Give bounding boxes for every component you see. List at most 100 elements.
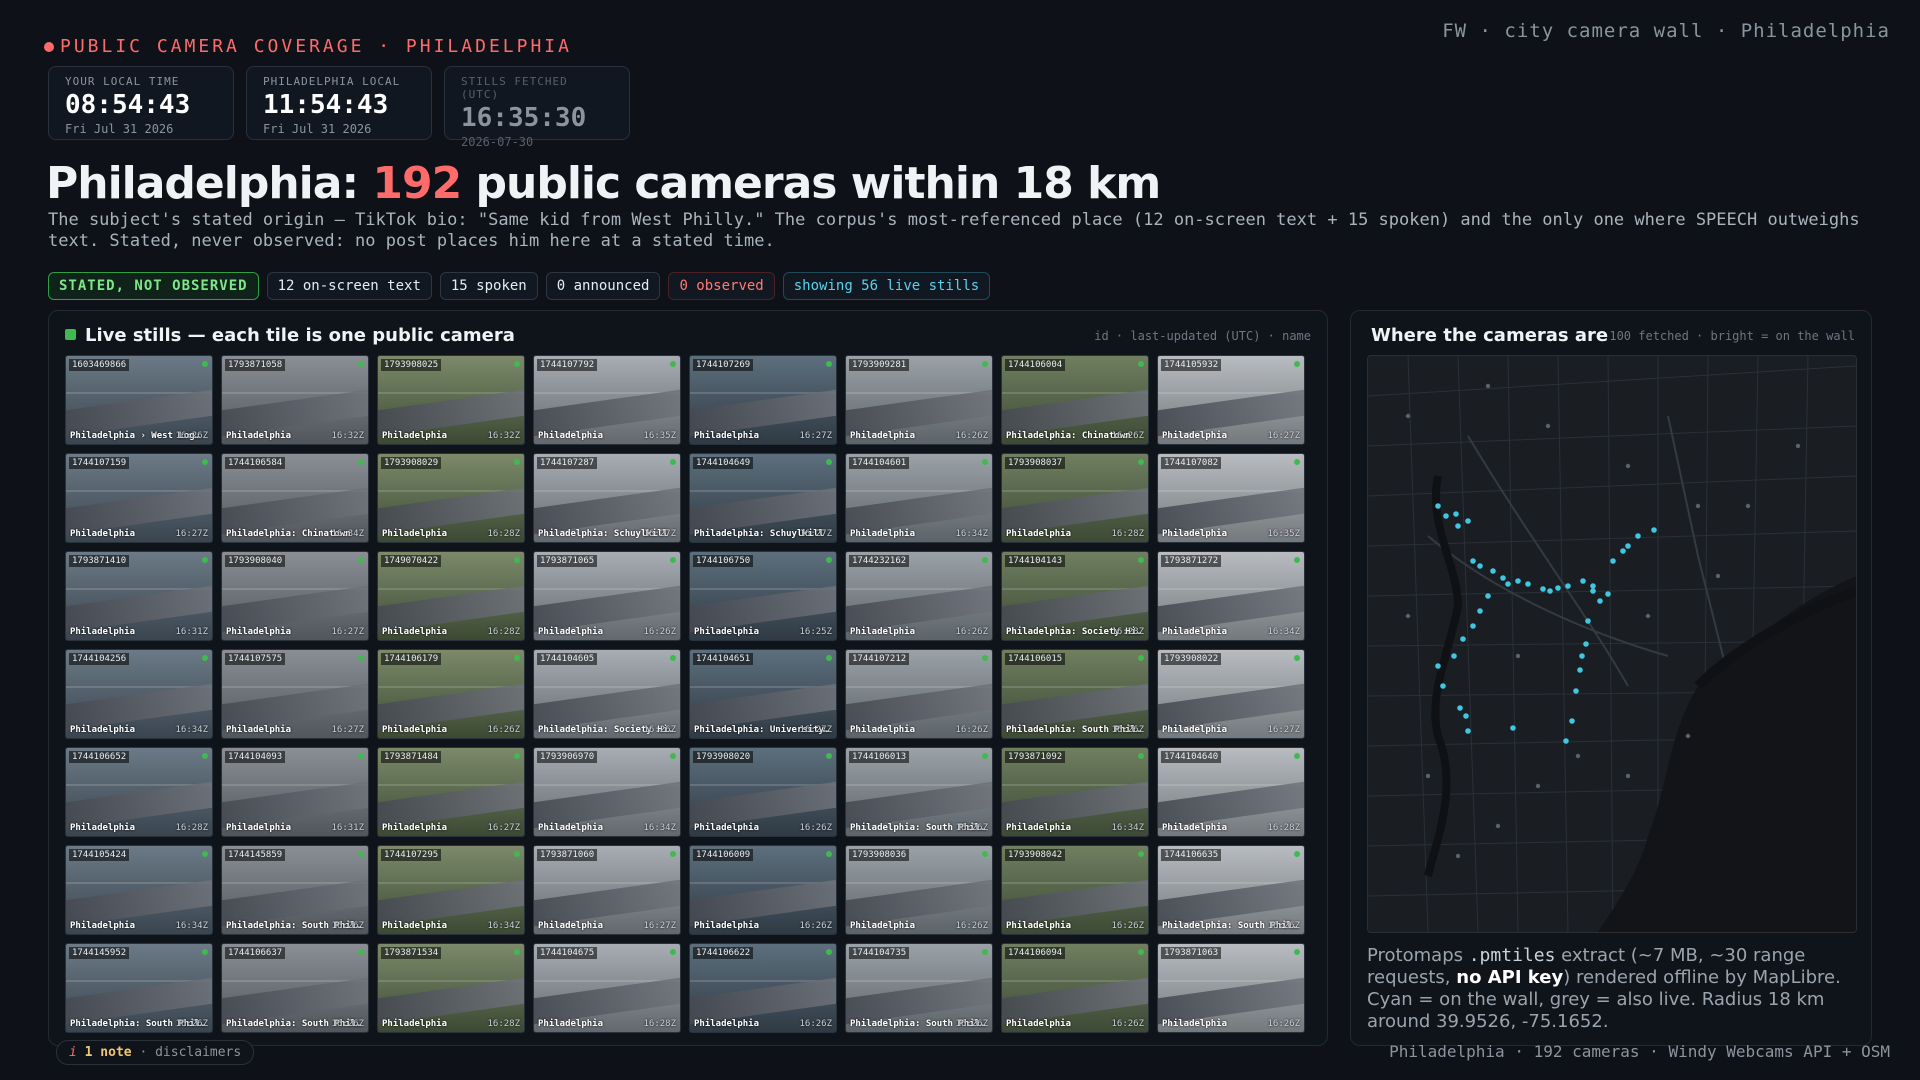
camera-marker[interactable] [1477,563,1483,569]
camera-tile[interactable]: 1744105932 Philadelphia 16:27Z [1157,355,1305,445]
camera-tile[interactable]: 1793871410 Philadelphia 16:31Z [65,551,213,641]
camera-marker[interactable] [1565,583,1571,589]
camera-tile[interactable]: 1793908022 Philadelphia 16:27Z [1157,649,1305,739]
camera-marker[interactable] [1470,623,1476,629]
camera-tile[interactable]: 1744106622 Philadelphia 16:26Z [689,943,837,1033]
camera-marker[interactable] [1451,653,1457,659]
camera-tile[interactable]: 1793908025 Philadelphia 16:32Z [377,355,525,445]
camera-marker[interactable] [1563,738,1569,744]
camera-marker[interactable] [1440,683,1446,689]
camera-marker-inactive[interactable] [1425,773,1431,779]
camera-tile[interactable]: 1744104605 Philadelphia: Society Hi… 16:26… [533,649,681,739]
camera-marker[interactable] [1453,511,1459,517]
camera-marker-inactive[interactable] [1545,423,1551,429]
camera-tile[interactable]: 1744107269 Philadelphia 16:27Z [689,355,837,445]
camera-marker[interactable] [1510,725,1516,731]
camera-tile[interactable]: 1744104675 Philadelphia 16:28Z [533,943,681,1033]
camera-tile[interactable]: 1744145952 Philadelphia: South Phil… 16:26… [65,943,213,1033]
camera-tile[interactable]: 1793871272 Philadelphia 16:34Z [1157,551,1305,641]
camera-tile[interactable]: 1744145859 Philadelphia: South Phil… 16:26… [221,845,369,935]
camera-tile[interactable]: 1793871484 Philadelphia 16:27Z [377,747,525,837]
camera-tile[interactable]: 1744104640 Philadelphia 16:28Z [1157,747,1305,837]
camera-marker[interactable] [1455,523,1461,529]
camera-marker-inactive[interactable] [1795,443,1801,449]
camera-marker[interactable] [1579,653,1585,659]
camera-marker[interactable] [1457,705,1463,711]
camera-marker-inactive[interactable] [1645,613,1651,619]
camera-tile[interactable]: 1744106635 Philadelphia: South Phil… 16:26… [1157,845,1305,935]
camera-tile[interactable]: 1744106584 Philadelphia: Chinatown 16:34Z [221,453,369,543]
camera-tile[interactable]: 1793908036 Philadelphia 16:26Z [845,845,993,935]
camera-marker[interactable] [1505,581,1511,587]
camera-tile[interactable]: 1793908040 Philadelphia 16:27Z [221,551,369,641]
camera-marker[interactable] [1515,578,1521,584]
camera-marker[interactable] [1590,588,1596,594]
camera-tile[interactable]: 1744232162 Philadelphia 16:26Z [845,551,993,641]
camera-marker[interactable] [1525,581,1531,587]
camera-marker[interactable] [1435,663,1441,669]
camera-marker-inactive[interactable] [1745,503,1751,509]
camera-tile[interactable]: 1744107792 Philadelphia 16:35Z [533,355,681,445]
camera-tile[interactable]: 1744104601 Philadelphia 16:34Z [845,453,993,543]
camera-marker-inactive[interactable] [1695,503,1701,509]
camera-tile[interactable]: 1744106013 Philadelphia: South Phil… 16:26… [845,747,993,837]
camera-tile[interactable]: 1744107575 Philadelphia 16:27Z [221,649,369,739]
camera-marker[interactable] [1547,588,1553,594]
camera-marker-inactive[interactable] [1715,573,1721,579]
camera-marker[interactable] [1540,586,1546,592]
camera-tile[interactable]: 1793871058 Philadelphia 16:32Z [221,355,369,445]
camera-tile[interactable]: 1793871063 Philadelphia 16:26Z [1157,943,1305,1033]
camera-tile[interactable]: 1744107159 Philadelphia 16:27Z [65,453,213,543]
camera-marker[interactable] [1590,583,1596,589]
camera-marker[interactable] [1435,503,1441,509]
camera-marker[interactable] [1577,667,1583,673]
camera-tile[interactable]: 1744104649 Philadelphia: Schuylkill 16:27Z [689,453,837,543]
camera-marker[interactable] [1443,513,1449,519]
camera-marker-inactive[interactable] [1515,653,1521,659]
camera-tile[interactable]: 1793908029 Philadelphia 16:28Z [377,453,525,543]
camera-marker-inactive[interactable] [1495,823,1501,829]
camera-tile[interactable]: 1744106004 Philadelphia: Chinatown 16:26Z [1001,355,1149,445]
notes-button[interactable]: i 1 note · disclaimers [56,1040,255,1065]
camera-marker[interactable] [1477,608,1483,614]
camera-tile[interactable]: 1793908020 Philadelphia 16:26Z [689,747,837,837]
camera-marker[interactable] [1597,598,1603,604]
camera-tile[interactable]: 1744104093 Philadelphia 16:31Z [221,747,369,837]
camera-marker-inactive[interactable] [1485,383,1491,389]
camera-tile[interactable]: 1744106652 Philadelphia 16:28Z [65,747,213,837]
camera-tile[interactable]: 1744106094 Philadelphia 16:26Z [1001,943,1149,1033]
camera-marker[interactable] [1620,548,1626,554]
camera-marker[interactable] [1500,575,1506,581]
camera-tile[interactable]: 1744104256 Philadelphia 16:34Z [65,649,213,739]
camera-marker[interactable] [1605,591,1611,597]
camera-marker-inactive[interactable] [1625,463,1631,469]
camera-tile[interactable]: 1793871534 Philadelphia 16:28Z [377,943,525,1033]
camera-marker-inactive[interactable] [1625,773,1631,779]
camera-marker[interactable] [1583,641,1589,647]
camera-marker[interactable] [1569,718,1575,724]
camera-tile[interactable]: 1793871092 Philadelphia 16:34Z [1001,747,1149,837]
camera-tile[interactable]: 1744106015 Philadelphia: South Phil… 16:26… [1001,649,1149,739]
camera-tile[interactable]: 1744104143 Philadelphia: Society Hi… 16:28… [1001,551,1149,641]
camera-tile[interactable]: 1744106637 Philadelphia: South Phil… 16:26… [221,943,369,1033]
camera-marker[interactable] [1490,568,1496,574]
camera-marker[interactable] [1580,578,1586,584]
camera-tile[interactable]: 1744107295 Philadelphia 16:34Z [377,845,525,935]
camera-map[interactable] [1367,355,1857,933]
camera-tile[interactable]: 1603469866 Philadelphia › West Log… 16:26Z [65,355,213,445]
disclaimers-link[interactable]: disclaimers [155,1045,241,1060]
camera-marker[interactable] [1610,558,1616,564]
camera-marker-inactive[interactable] [1405,413,1411,419]
camera-tile[interactable]: 1744106750 Philadelphia 16:25Z [689,551,837,641]
camera-marker[interactable] [1465,728,1471,734]
camera-marker[interactable] [1463,713,1469,719]
camera-marker[interactable] [1460,636,1466,642]
camera-marker[interactable] [1470,558,1476,564]
camera-marker[interactable] [1625,543,1631,549]
camera-tile[interactable]: 1793909281 Philadelphia 16:26Z [845,355,993,445]
camera-marker[interactable] [1485,593,1491,599]
camera-tile[interactable]: 1744107082 Philadelphia 16:35Z [1157,453,1305,543]
camera-tile[interactable]: 1749070422 Philadelphia 16:28Z [377,551,525,641]
camera-tile[interactable]: 1744106009 Philadelphia 16:26Z [689,845,837,935]
camera-marker[interactable] [1573,688,1579,694]
